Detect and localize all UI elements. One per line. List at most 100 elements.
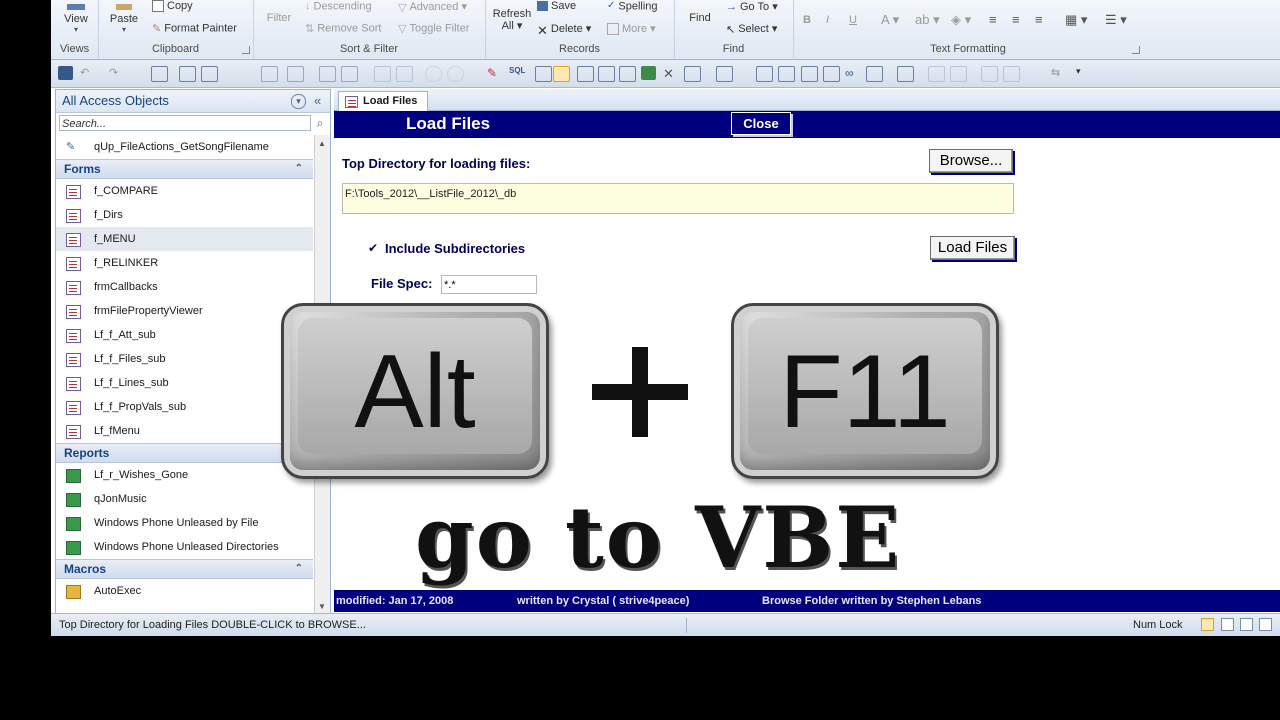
dialog-launcher-icon[interactable] <box>1132 46 1140 54</box>
size-icon[interactable] <box>981 66 998 82</box>
relationships-icon[interactable] <box>823 66 840 82</box>
nav-item[interactable]: Lf_f_Files_sub <box>56 347 313 371</box>
fill-color-button[interactable]: ◈ ▾ <box>951 12 971 28</box>
scroll-up-icon[interactable]: ▲ <box>318 139 326 148</box>
nav-search-input[interactable]: Search... <box>59 115 311 131</box>
nav-item[interactable]: ✎ qUp_FileActions_GetSongFilename <box>56 135 313 159</box>
collapse-icon[interactable]: « <box>314 90 321 112</box>
datasheet-icon[interactable] <box>535 66 552 82</box>
find-button[interactable]: Find <box>680 12 720 24</box>
pencil-icon[interactable]: ✎ <box>487 66 502 80</box>
preview-icon[interactable] <box>619 66 636 82</box>
save-record-button[interactable]: Save <box>537 0 576 12</box>
copy-button[interactable]: Copy <box>152 0 193 13</box>
report-icon[interactable] <box>577 66 594 82</box>
more-button[interactable]: More ▾ <box>607 22 656 36</box>
format-painter-button[interactable]: ✎ Format Painter <box>152 22 237 35</box>
chart-icon[interactable] <box>641 66 656 80</box>
align-center-button[interactable]: ≡ <box>1012 12 1020 27</box>
top-directory-field[interactable]: F:\Tools_2012\__ListFile_2012\_db <box>342 183 1014 214</box>
align-right-button[interactable]: ≡ <box>1035 12 1043 27</box>
advanced-button[interactable]: ▽ Advanced ▾ <box>398 0 467 14</box>
bold-button[interactable]: B <box>803 14 811 26</box>
select-button[interactable]: ↖ Select ▾ <box>726 22 777 36</box>
layout-view-icon[interactable] <box>1240 618 1253 631</box>
copy-icon[interactable] <box>928 66 945 82</box>
tile-icon[interactable] <box>716 66 733 82</box>
delete-button[interactable]: ✕ Delete ▾ <box>537 22 591 38</box>
scroll-down-icon[interactable]: ▼ <box>318 602 326 611</box>
sql-icon[interactable]: SQL <box>509 66 529 80</box>
align-left-button[interactable]: ≡ <box>989 12 997 27</box>
dialog-launcher-icon[interactable] <box>242 46 250 54</box>
view-button[interactable]: View ▾ <box>59 4 93 34</box>
descending-button[interactable]: ↓ Descending <box>305 0 372 13</box>
gridlines-button[interactable]: ▦ ▾ <box>1065 12 1087 28</box>
save-icon[interactable] <box>58 66 73 80</box>
nav-item[interactable]: frmCallbacks <box>56 275 313 299</box>
filter-button[interactable]: Filter <box>261 12 297 24</box>
reports-category-header[interactable]: Reports⌃ <box>56 443 313 463</box>
paste-icon[interactable] <box>950 66 967 82</box>
layout-icon[interactable] <box>179 66 196 82</box>
nav-item[interactable]: Windows Phone Unleased by File <box>56 511 313 535</box>
nav-item[interactable]: f_RELINKER <box>56 251 313 275</box>
align-right-icon[interactable] <box>287 66 304 82</box>
nav-item[interactable]: Lf_f_PropVals_sub <box>56 395 313 419</box>
font-color-button[interactable]: A ▾ <box>881 12 899 28</box>
align-top-icon[interactable] <box>319 66 336 82</box>
circle-icon[interactable] <box>447 66 464 82</box>
refresh-all-button[interactable]: Refresh All ▾ <box>489 8 535 32</box>
include-subdirectories-checkbox[interactable]: ✔ <box>368 241 378 255</box>
nav-item[interactable]: Lf_fMenu <box>56 419 313 443</box>
align-left-icon[interactable] <box>261 66 278 82</box>
send-back-icon[interactable] <box>396 66 413 82</box>
search-icon[interactable]: ⌕ <box>312 115 328 131</box>
toggle-filter-button[interactable]: ▽ Toggle Filter <box>398 22 469 35</box>
bring-front-icon[interactable] <box>374 66 391 82</box>
align-bottom-icon[interactable] <box>341 66 358 82</box>
remove-sort-button[interactable]: ⇅ Remove Sort <box>305 22 381 35</box>
nav-item[interactable]: Lf_f_Lines_sub <box>56 371 313 395</box>
binoculars-icon[interactable]: ∞ <box>845 66 860 80</box>
form-view-icon[interactable] <box>1201 618 1214 631</box>
goto-button[interactable]: → Go To ▾ <box>726 0 778 14</box>
chevron-down-icon[interactable]: ▾ <box>291 94 306 109</box>
file-spec-field[interactable]: *.* <box>441 275 537 294</box>
nav-item[interactable]: Lf_r_Wishes_Gone <box>56 463 313 487</box>
window-icon[interactable] <box>684 66 701 82</box>
nav-item[interactable]: f_MENU <box>56 227 313 251</box>
group-icon[interactable] <box>201 66 218 82</box>
redo-icon[interactable]: ↷ <box>109 66 124 80</box>
forms-category-header[interactable]: Forms ⌃ <box>56 159 313 179</box>
design-view-icon[interactable] <box>151 66 168 82</box>
grid-icon[interactable] <box>897 66 914 82</box>
highlight-button[interactable]: ab ▾ <box>915 12 940 28</box>
paste-button[interactable]: Paste ▾ <box>106 4 142 34</box>
alt-row-color-button[interactable]: ☰ ▾ <box>1105 12 1127 28</box>
browse-button[interactable]: Browse... <box>929 149 1013 173</box>
export-icon[interactable] <box>778 66 795 82</box>
chevron-down-icon[interactable]: ▾ <box>1076 66 1091 80</box>
nav-item[interactable]: frmFilePropertyViewer <box>56 299 313 323</box>
nav-item[interactable]: f_COMPARE <box>56 179 313 203</box>
close-button[interactable]: Close <box>731 112 791 135</box>
import-icon[interactable] <box>756 66 773 82</box>
nav-item[interactable]: Lf_f_Att_sub <box>56 323 313 347</box>
nav-item[interactable]: AutoExec <box>56 579 313 603</box>
collapse-category-icon[interactable]: ⌃ <box>295 160 303 178</box>
space-icon[interactable] <box>1003 66 1020 82</box>
design-view-icon[interactable] <box>1259 618 1272 631</box>
macros-category-header[interactable]: Macros ⌃ <box>56 559 313 579</box>
nav-item[interactable]: Windows Phone Unleased Directories <box>56 535 313 559</box>
link-icon[interactable] <box>801 66 818 82</box>
nav-item[interactable]: qJonMusic <box>56 487 313 511</box>
analyze-icon[interactable] <box>866 66 883 82</box>
collapse-category-icon[interactable]: ⌃ <box>295 560 303 578</box>
load-files-button[interactable]: Load Files <box>930 236 1015 260</box>
customize-icon[interactable]: ⇆ <box>1051 66 1066 80</box>
circle-icon[interactable] <box>425 66 442 82</box>
datasheet-view-icon[interactable] <box>1221 618 1234 631</box>
form-view-icon[interactable] <box>553 66 570 82</box>
tab-load-files[interactable]: Load Files <box>338 91 429 111</box>
